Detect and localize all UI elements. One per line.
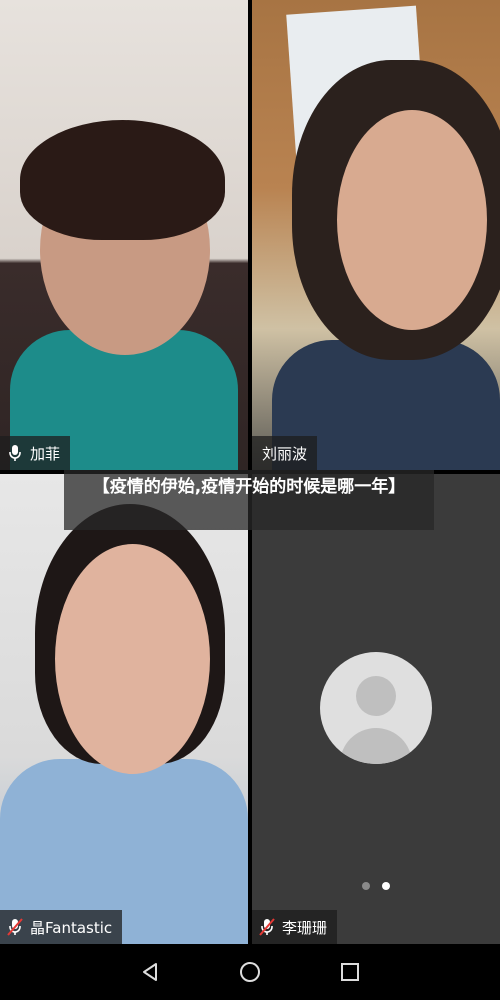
participant-name: 刘丽波 (262, 444, 308, 463)
back-icon[interactable] (135, 957, 165, 987)
participant-name: 李珊珊 (282, 918, 328, 937)
home-icon[interactable] (235, 957, 265, 987)
name-tag: 李珊珊 (252, 910, 338, 944)
participant-name: 加菲 (30, 444, 61, 463)
recents-icon[interactable] (335, 957, 365, 987)
subtitle-caption: 【疫情的伊始,疫情开始的时候是哪一年】 (64, 470, 434, 530)
name-tag: 加菲 (0, 436, 71, 470)
video-tile-1[interactable]: 加菲 (0, 0, 248, 470)
system-nav-bar (0, 944, 500, 1000)
participant-head (55, 544, 210, 774)
mic-muted-icon (258, 918, 276, 936)
mic-on-icon (6, 444, 24, 462)
name-tag: 刘丽波 (252, 436, 318, 470)
participant-head (337, 110, 487, 330)
page-dot-active[interactable] (382, 882, 390, 890)
name-tag: 晶Fantastic (0, 910, 123, 944)
page-dot[interactable] (362, 882, 370, 890)
page-indicator (252, 882, 500, 890)
video-tile-2[interactable]: 刘丽波 (252, 0, 500, 470)
hair (20, 120, 225, 240)
participant-name: 晶Fantastic (30, 918, 113, 937)
video-tile-4[interactable]: 李珊珊 (252, 474, 500, 944)
video-tile-3[interactable]: 晶Fantastic (0, 474, 248, 944)
avatar-placeholder-icon (320, 652, 432, 764)
mic-muted-icon (6, 918, 24, 936)
